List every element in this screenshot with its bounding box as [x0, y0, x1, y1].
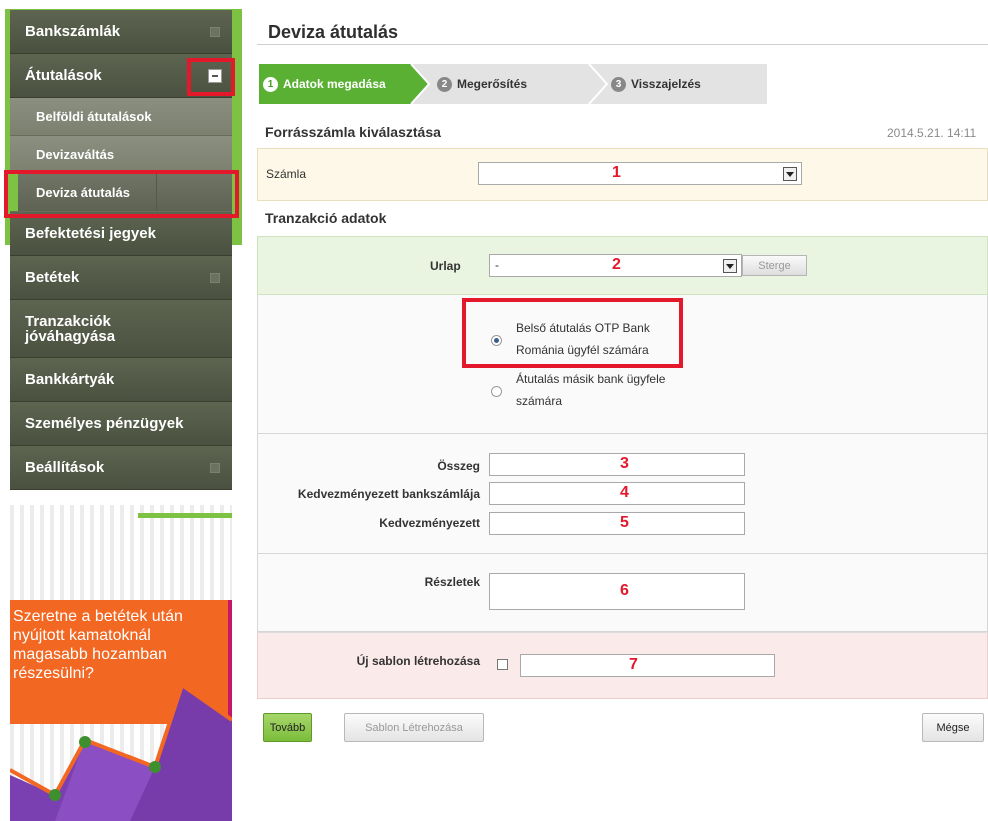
datetime: 2014.5.21. 14:11 — [887, 126, 977, 140]
transaction-section-title: Tranzakció adatok — [265, 210, 387, 226]
step-label: Adatok megadása — [283, 77, 386, 91]
step-wizard: 1 Adatok megadása 2 Megerősítés 3 Vissza… — [259, 64, 767, 104]
template-name-input[interactable]: 7 — [520, 654, 775, 677]
clear-button[interactable]: Sterge — [742, 255, 807, 276]
step-label: Visszajelzés — [631, 77, 701, 91]
details-textarea[interactable]: 6 — [489, 573, 745, 610]
cancel-button[interactable]: Mégse — [922, 713, 984, 742]
annotation-number: 1 — [612, 164, 621, 181]
new-template-row: Új sablon létrehozása 7 — [257, 632, 988, 699]
sidebar-item-personal-finance[interactable]: Személyes pénzügyek — [10, 402, 232, 446]
form-row: Urlap - 2 Sterge — [257, 236, 988, 295]
sidebar-item-currency-exchange[interactable]: Devizaváltás — [10, 136, 232, 174]
page-title: Deviza átutalás — [268, 22, 399, 42]
expand-icon[interactable] — [210, 272, 220, 283]
beneficiary-account-label: Kedvezményezett bankszámlája — [297, 487, 480, 501]
sidebar-item-label: Személyes pénzügyek — [25, 415, 184, 432]
form-label: Urlap — [430, 259, 461, 273]
sidebar-item-label: Devizaváltás — [36, 147, 115, 162]
promo-banner[interactable]: Szeretne a betétek után nyújtott kamatok… — [10, 505, 232, 821]
banner-graph-illustration — [10, 681, 232, 821]
beneficiary-input[interactable]: 5 — [489, 512, 745, 535]
expand-icon[interactable] — [210, 462, 220, 473]
annotation-box — [462, 298, 683, 368]
divider — [257, 44, 988, 45]
amount-input[interactable]: 3 — [489, 453, 745, 476]
radio-other-bank-transfer[interactable] — [491, 386, 502, 397]
account-label: Számla — [266, 167, 307, 181]
sidebar-item-deposits[interactable]: Betétek — [10, 256, 232, 300]
radio-label-line: számára — [516, 394, 563, 408]
annotation-number: 3 — [620, 455, 629, 472]
sidebar-item-label: Bankszámlák — [25, 23, 121, 40]
chevron-down-icon[interactable] — [783, 167, 797, 181]
sidebar-item-label: Belföldi átutalások — [36, 109, 152, 124]
annotation-number: 6 — [620, 582, 629, 599]
sidebar-item-label: Tranzakciók jóváhagyása — [25, 312, 116, 345]
step-number: 2 — [437, 76, 452, 92]
new-template-checkbox[interactable] — [497, 659, 508, 670]
step-1: 1 Adatok megadása — [263, 64, 386, 104]
beneficiary-label: Kedvezményezett — [379, 516, 480, 530]
account-row: Számla 1 — [257, 148, 988, 201]
sidebar-item-investment-funds[interactable]: Befektetési jegyek — [10, 212, 232, 256]
sidebar-item-bank-accounts[interactable]: Bankszámlák — [10, 10, 232, 54]
sidebar-item-transaction-approval[interactable]: Tranzakciók jóváhagyása — [10, 300, 232, 358]
account-select[interactable]: 1 — [478, 162, 802, 185]
annotation-number: 4 — [620, 484, 629, 501]
radio-other-bank-transfer-label[interactable]: Átutalás másik bank ügyfele számára — [516, 368, 665, 412]
sidebar-item-label: Átutalások — [25, 67, 102, 84]
annotation-number: 7 — [629, 656, 638, 673]
sidebar-item-bank-cards[interactable]: Bankkártyák — [10, 358, 232, 402]
source-account-section-title: Forrásszámla kiválasztása — [265, 124, 441, 140]
radio-label-line: Átutalás másik bank ügyfele — [516, 372, 666, 386]
form-select-value: - — [495, 258, 499, 272]
details-label: Részletek — [424, 575, 480, 589]
sidebar-item-label: Bankkártyák — [25, 371, 115, 388]
next-button[interactable]: Tovább — [263, 713, 312, 742]
sidebar-item-label: Betétek — [25, 269, 80, 286]
step-2: 2 Megerősítés — [437, 64, 527, 104]
annotation-box — [4, 170, 239, 218]
step-label: Megerősítés — [457, 77, 528, 91]
annotation-box — [187, 58, 235, 96]
amount-beneficiary-row: Összeg 3 Kedvezményezett bankszámlája 4 … — [257, 434, 988, 554]
form-select[interactable]: - 2 — [489, 254, 742, 277]
sidebar-item-label: Befektetési jegyek — [25, 225, 156, 242]
step-number: 3 — [611, 76, 626, 92]
beneficiary-account-input[interactable]: 4 — [489, 482, 745, 505]
expand-icon[interactable] — [210, 26, 220, 37]
create-template-button[interactable]: Sablon Létrehozása — [344, 713, 484, 742]
sidebar-item-settings[interactable]: Beállítások — [10, 446, 232, 490]
chevron-down-icon[interactable] — [723, 259, 737, 273]
step-number: 1 — [263, 76, 278, 92]
step-3: 3 Visszajelzés — [611, 64, 701, 104]
details-row: Részletek 6 — [257, 554, 988, 632]
annotation-number: 2 — [612, 256, 621, 273]
sidebar-item-label: Beállítások — [25, 459, 105, 476]
new-template-label: Új sablon létrehozása — [356, 654, 480, 668]
sidebar-item-domestic-transfers[interactable]: Belföldi átutalások — [10, 98, 232, 136]
annotation-number: 5 — [620, 514, 629, 531]
amount-label: Összeg — [437, 459, 480, 473]
